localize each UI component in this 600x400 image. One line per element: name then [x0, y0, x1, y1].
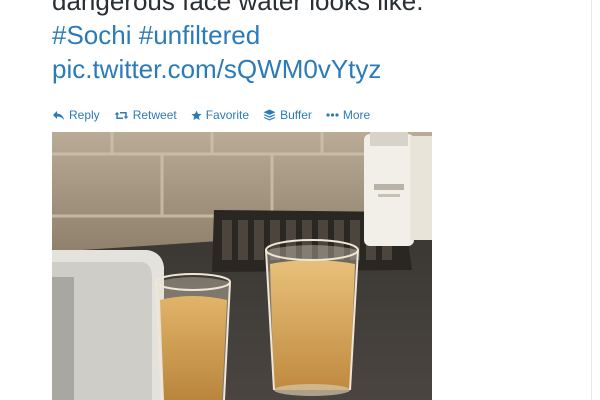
- tweet-actions: Reply Retweet Favorite Buffer More: [52, 106, 370, 124]
- reply-label: Reply: [69, 108, 100, 122]
- tweet-text-line: dangerous face water looks like.: [52, 0, 424, 16]
- more-button[interactable]: More: [326, 108, 370, 122]
- buffer-button[interactable]: Buffer: [263, 108, 312, 122]
- card-border: [591, 0, 592, 400]
- buffer-label: Buffer: [280, 108, 312, 122]
- reply-button[interactable]: Reply: [52, 108, 100, 122]
- more-label: More: [342, 108, 371, 122]
- photo-water-glasses: [52, 132, 432, 400]
- retweet-icon: [114, 111, 129, 119]
- tweet-photo[interactable]: [52, 132, 432, 400]
- star-icon: [191, 110, 202, 120]
- pic-link[interactable]: pic.twitter.com/sQWM0vYtyz: [52, 52, 572, 86]
- hashtag-unfiltered[interactable]: #unfiltered: [139, 20, 260, 50]
- buffer-icon: [263, 109, 276, 120]
- favorite-label: Favorite: [205, 108, 250, 122]
- tweet-text: dangerous face water looks like. #Sochi …: [52, 0, 572, 86]
- more-dots-icon: [326, 113, 339, 117]
- hashtag-line: #Sochi #unfiltered: [52, 18, 572, 52]
- hashtag-sochi[interactable]: #Sochi: [52, 20, 132, 50]
- reply-icon: [53, 110, 64, 120]
- tweet-card: dangerous face water looks like. #Sochi …: [0, 0, 600, 400]
- retweet-label: Retweet: [132, 108, 177, 122]
- retweet-button[interactable]: Retweet: [114, 108, 177, 122]
- favorite-button[interactable]: Favorite: [191, 108, 249, 122]
